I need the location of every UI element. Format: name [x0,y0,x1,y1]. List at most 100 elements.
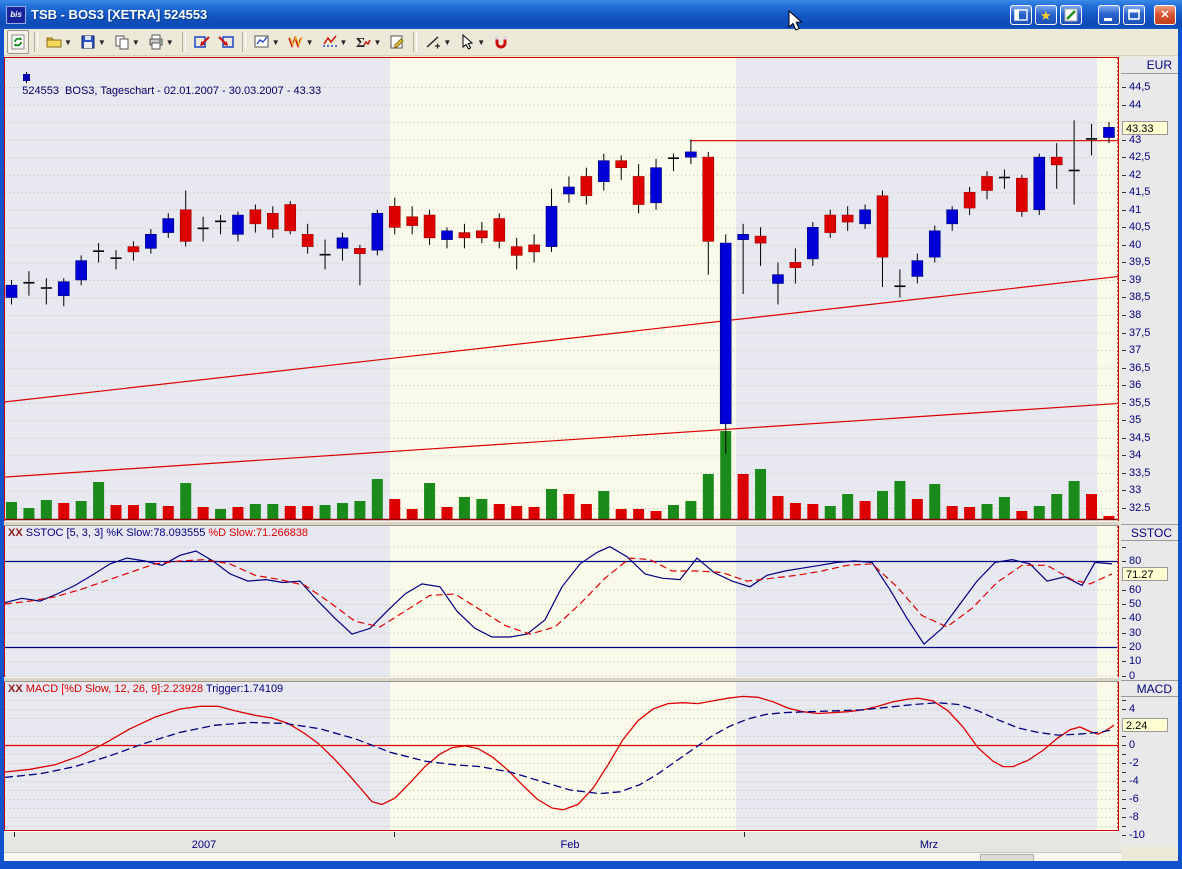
sigma-icon: Σ [356,36,372,50]
sstoc-splitter[interactable] [4,521,1119,526]
macd-splitter[interactable] [4,677,1119,682]
magnet-icon [495,36,507,49]
mouse-cursor [788,10,803,31]
dropdown-caret-icon[interactable]: ▼ [272,38,280,47]
sstoc-header: XX SSTOC [5, 3, 3] %K Slow:78.093555 %D … [8,527,309,539]
price-tick: 40 [1121,239,1178,252]
timeframe-button[interactable]: ▼ [285,30,317,54]
dropdown-caret-icon[interactable]: ▼ [98,38,106,47]
price-tick: 39 [1121,274,1178,287]
edit-chart-icon [1064,8,1078,21]
price-tick: 32.5 [1121,502,1178,515]
sstoc-tick: 50 [1121,598,1178,611]
dropdown-caret-icon[interactable]: ▼ [166,38,174,47]
title-bar[interactable]: bis TSB - BOS3 [XETRA] 524553 ★ ✕ [0,0,1182,29]
edit-chart-button[interactable] [1060,4,1082,25]
time-tick [14,832,15,837]
print-button[interactable]: ▼ [145,30,177,54]
dropdown-caret-icon[interactable]: ▼ [64,38,72,47]
price-tick: 33 [1121,484,1178,497]
time-tick [744,832,745,837]
refresh-button[interactable] [7,30,29,54]
price-tick: 34,5 [1121,432,1178,445]
dropdown-caret-icon[interactable]: ▼ [340,38,348,47]
window-title: TSB - BOS3 [XETRA] 524553 [31,7,208,22]
price-tick: 35,5 [1121,397,1178,410]
sstoc-tick: 40 [1121,612,1178,625]
price-tick: 44,5 [1121,81,1178,94]
chart-type-button[interactable]: ▼ [251,30,283,54]
price-axis-unit: EUR [1121,57,1178,74]
time-label-mrz: Mrz [919,839,939,851]
price-tick: 37 [1121,344,1178,357]
panel-icon [1014,8,1028,21]
magnet-button[interactable] [490,30,512,54]
price-tick: 36,5 [1121,362,1178,375]
time-label-feb: Feb [560,839,580,851]
copy-button[interactable]: ▼ [111,30,143,54]
svg-text:Σ: Σ [356,36,365,50]
sstoc-remove-icon[interactable]: XX [8,527,23,539]
maximize-icon [1128,8,1140,20]
toolbar-separator [34,32,38,52]
jump-forward-button[interactable] [215,30,237,54]
toolbar-separator [413,32,418,52]
sstoc-axis-title: SSTOC [1121,524,1178,541]
sstoc-tick: 20 [1121,641,1178,654]
jump-back-button[interactable] [191,30,213,54]
price-axis[interactable]: EUR SSTOC MACD 44,5 44 43 42,5 42 41,5 41 40,5 4… [1121,57,1178,845]
dropdown-caret-icon[interactable]: ▼ [306,38,314,47]
current-price-badge: 43.33 [1122,121,1168,136]
price-tick: 34 [1121,449,1178,462]
price-tick: 42,5 [1121,151,1178,164]
close-button[interactable]: ✕ [1154,4,1176,25]
close-icon: ✕ [1160,9,1170,21]
current-macd-badge: 2.24 [1122,717,1168,732]
chart-page-icon [254,35,269,48]
star-icon: ★ [1040,8,1052,23]
minimize-button[interactable] [1098,4,1120,25]
dropdown-caret-icon[interactable]: ▼ [443,38,451,47]
chart-canvas[interactable] [4,57,1119,831]
price-tick: 35 [1121,414,1178,427]
printer-icon [149,34,163,50]
main-toolbar: ▼ ▼ ▼ ▼ ▼ ▼ ▼ Σ ▼ ▼ ▼ [4,29,1180,56]
open-button[interactable]: ▼ [43,30,75,54]
indicator-button[interactable]: ▼ [319,30,351,54]
toolbar-separator [181,32,186,52]
favorites-button[interactable]: ★ [1035,4,1057,25]
pointer-button[interactable]: ▼ [456,30,488,54]
panel-button[interactable] [1010,4,1032,25]
dropdown-caret-icon[interactable]: ▼ [477,38,485,47]
draw-line-button[interactable]: ▼ [422,30,454,54]
strategy-button[interactable]: Σ ▼ [352,30,384,54]
current-sstoc-badge: 71.27 [1122,566,1168,581]
chart-header: 524553 BOS3, Tageschart - 02.01.2007 - 3… [10,60,321,109]
copy-icon [115,35,129,50]
price-tick: 40,5 [1121,221,1178,234]
maximize-button[interactable] [1123,4,1145,25]
price-tick: 41 [1121,204,1178,217]
time-label-2007: 2007 [191,839,217,851]
price-tick: 33,5 [1121,467,1178,480]
page-pencil-icon [390,35,405,49]
price-tick: 36 [1121,379,1178,392]
save-button[interactable]: ▼ [77,30,109,54]
zigzag-w-icon [287,35,303,49]
price-tick: 38,5 [1121,291,1178,304]
dropdown-caret-icon[interactable]: ▼ [373,38,381,47]
folder-icon [46,37,62,48]
macd-header: XX MACD [%D Slow, 12, 26, 9]:2.23928 Tri… [8,683,284,695]
macd-remove-icon[interactable]: XX [8,683,23,695]
red-arrow-right-icon [217,36,234,48]
sstoc-tick: 60 [1121,584,1178,597]
sstoc-tick [1121,541,1178,554]
time-axis[interactable]: 2007 Feb Mrz [4,831,1121,862]
time-tick [394,832,395,837]
price-tick: 38 [1121,309,1178,322]
macd-tick: -10 [1121,829,1178,842]
properties-button[interactable] [386,30,408,54]
cursor-icon [462,34,474,50]
refresh-icon [11,34,25,50]
dropdown-caret-icon[interactable]: ▼ [132,38,140,47]
